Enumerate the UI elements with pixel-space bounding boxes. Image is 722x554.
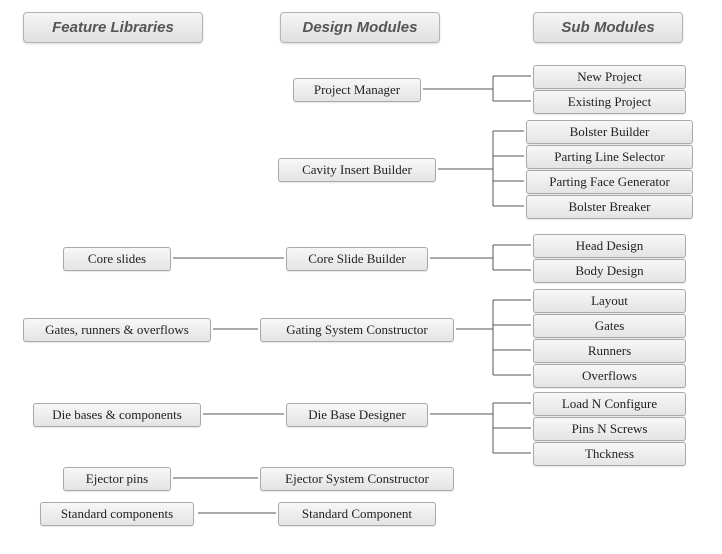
sub-bolster-breaker: Bolster Breaker (526, 195, 693, 219)
header-design-modules: Design Modules (280, 12, 440, 43)
feature-ejector-pins: Ejector pins (63, 467, 171, 491)
sub-overflows: Overflows (533, 364, 686, 388)
module-ejector-system-constructor: Ejector System Constructor (260, 467, 454, 491)
sub-body-design: Body Design (533, 259, 686, 283)
sub-new-project: New Project (533, 65, 686, 89)
diagram-canvas: Feature Libraries Design Modules Sub Mod… (18, 12, 708, 542)
sub-existing-project: Existing Project (533, 90, 686, 114)
feature-core-slides: Core slides (63, 247, 171, 271)
sub-thickness: Thckness (533, 442, 686, 466)
sub-pins-n-screws: Pins N Screws (533, 417, 686, 441)
module-standard-component: Standard Component (278, 502, 436, 526)
sub-head-design: Head Design (533, 234, 686, 258)
module-cavity-insert-builder: Cavity Insert Builder (278, 158, 436, 182)
feature-standard-components: Standard components (40, 502, 194, 526)
module-gating-system-constructor: Gating System Constructor (260, 318, 454, 342)
header-feature-libraries: Feature Libraries (23, 12, 203, 43)
module-project-manager: Project Manager (293, 78, 421, 102)
feature-gating: Gates, runners & overflows (23, 318, 211, 342)
module-die-base-designer: Die Base Designer (286, 403, 428, 427)
sub-load-n-configure: Load N Configure (533, 392, 686, 416)
sub-parting-line-selector: Parting Line Selector (526, 145, 693, 169)
feature-die-bases: Die bases & components (33, 403, 201, 427)
sub-bolster-builder: Bolster Builder (526, 120, 693, 144)
sub-parting-face-generator: Parting Face Generator (526, 170, 693, 194)
sub-gates: Gates (533, 314, 686, 338)
sub-runners: Runners (533, 339, 686, 363)
sub-layout: Layout (533, 289, 686, 313)
header-sub-modules: Sub Modules (533, 12, 683, 43)
module-core-slide-builder: Core Slide Builder (286, 247, 428, 271)
